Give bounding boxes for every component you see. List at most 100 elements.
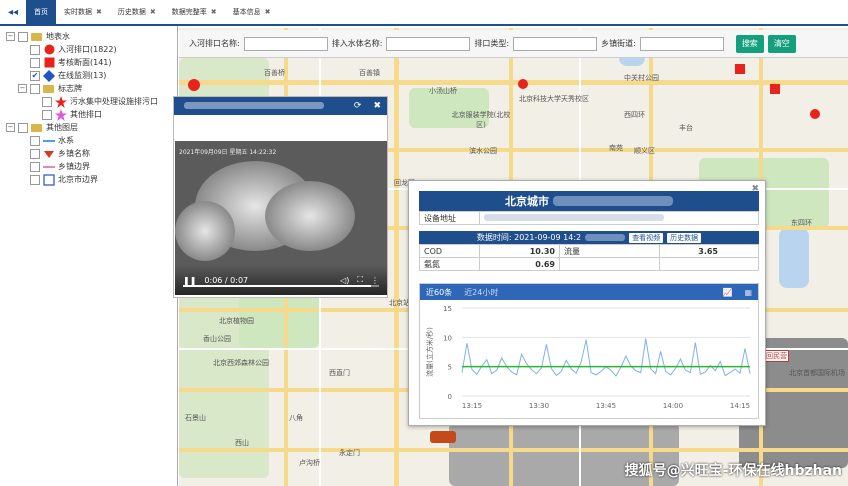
layer-checkbox[interactable] — [30, 135, 40, 146]
station-title-bar: 北京城市 — [419, 191, 759, 211]
outfall-type-label: 排口类型: — [474, 39, 510, 48]
layer-checkbox[interactable] — [30, 174, 40, 185]
tab-data-completeness-label: 数据完整率 — [171, 8, 207, 16]
tree-node-sections[interactable]: 考核断面(141) — [0, 56, 177, 69]
layer-checkbox[interactable] — [30, 44, 40, 55]
address-value — [479, 211, 759, 225]
layer-checkbox[interactable] — [18, 122, 28, 133]
red-circle-marker-icon[interactable] — [517, 78, 529, 90]
video-controls: ❚❚ 0:06 / 0:07 ◁) ⛶ ⋮ — [175, 265, 387, 295]
map-label: 中关村公园 — [624, 74, 659, 82]
red-square-marker-icon[interactable] — [769, 83, 781, 95]
collapse-toggle-icon[interactable]: − — [18, 84, 27, 93]
map-label: 八角 — [289, 414, 303, 422]
fullscreen-icon[interactable]: ⛶ — [357, 275, 363, 285]
tree-node-town-names[interactable]: 乡镇名称 — [0, 147, 177, 160]
close-icon[interactable]: ✖ — [96, 8, 102, 16]
water-body-input[interactable] — [386, 36, 471, 51]
red-circle-marker-icon[interactable] — [809, 108, 821, 120]
history-data-button[interactable]: 历史数据 — [667, 232, 702, 243]
tab-basic-info[interactable]: 基本信息 ✖ — [225, 0, 279, 24]
cod-value: 10.30 — [479, 244, 560, 258]
red-triangle-icon — [43, 148, 55, 160]
outfall-name-input[interactable] — [243, 36, 328, 51]
tree-node-sewage-outlet[interactable]: 污水集中处理设施排污口 — [0, 95, 177, 108]
layer-tree: − 地表水 入河排口(1822) 考核断面(141) ✔ 在线监测(13) − … — [0, 26, 178, 486]
y-tick-label: 15 — [443, 305, 452, 313]
y-tick-label: 5 — [448, 364, 452, 372]
blurred-title — [184, 102, 324, 109]
video-frame-content — [265, 181, 355, 251]
line-chart-icon[interactable]: 📈 — [716, 288, 738, 297]
x-tick-label: 13:15 — [462, 402, 482, 410]
tab-home-label: 首页 — [34, 8, 48, 16]
collapse-tabs-button[interactable]: ◂◂ — [0, 0, 26, 24]
x-tick-label: 13:30 — [529, 402, 549, 410]
map-road — [179, 448, 848, 452]
close-icon[interactable]: ✖ — [150, 8, 156, 16]
tree-node-label: 乡镇边界 — [58, 162, 90, 171]
video-progress-bar[interactable] — [183, 285, 379, 287]
tree-node-other-layers[interactable]: − 其他图层 — [0, 121, 177, 134]
flow-series-line — [461, 338, 751, 377]
collapse-toggle-icon[interactable]: − — [6, 32, 15, 41]
close-icon[interactable]: ✖ — [265, 8, 271, 16]
table-view-icon[interactable]: ▦ — [738, 288, 758, 297]
tab-data-completeness[interactable]: 数据完整率 ✖ — [164, 0, 225, 24]
layer-checkbox[interactable] — [30, 57, 40, 68]
layer-checkbox-checked[interactable]: ✔ — [30, 70, 40, 81]
tree-node-town-borders[interactable]: 乡镇边界 — [0, 160, 177, 173]
tree-node-water-system[interactable]: 水系 — [0, 134, 177, 147]
map-label: 百善镇 — [359, 69, 380, 77]
layer-checkbox[interactable] — [30, 148, 40, 159]
video-frame-content — [175, 201, 235, 261]
tree-node-other-outlet[interactable]: 其他排口 — [0, 108, 177, 121]
map-road — [394, 28, 399, 486]
red-circle-marker-icon[interactable] — [187, 78, 201, 92]
outfall-type-input[interactable] — [513, 36, 598, 51]
pause-icon[interactable]: ❚❚ — [183, 276, 196, 285]
tree-node-beijing-border[interactable]: 北京市边界 — [0, 173, 177, 186]
flow-line-chart: 0 5 10 15 流量(立方米/秒) 13:15 13:30 13:45 14:00 14:15 — [425, 305, 751, 410]
clear-button[interactable]: 清空 — [767, 34, 796, 53]
layer-checkbox[interactable] — [18, 31, 28, 42]
tree-node-online-monitoring[interactable]: ✔ 在线监测(13) — [0, 69, 177, 82]
tree-node-surface-water[interactable]: − 地表水 — [0, 30, 177, 43]
tab-last-60[interactable]: 近60条 — [420, 287, 458, 298]
volume-icon[interactable]: ◁) — [340, 276, 349, 285]
red-square-marker-icon[interactable] — [734, 63, 746, 75]
address-label: 设备地址 — [419, 211, 480, 225]
folder-icon — [31, 123, 42, 132]
data-time-label: 数据时间: 2021-09-09 14:2 — [476, 233, 582, 242]
town-street-input[interactable] — [639, 36, 724, 51]
layer-checkbox[interactable] — [30, 161, 40, 172]
tree-node-label: 入河排口(1822) — [58, 45, 117, 54]
tree-node-label: 考核断面(141) — [58, 58, 112, 67]
more-options-icon[interactable]: ⋮ — [371, 276, 379, 285]
measurement-table: COD 10.30 流量 3.65 氨氮 0.69 — [419, 244, 759, 271]
tree-node-label: 污水集中处理设施排污口 — [70, 97, 158, 106]
view-video-button[interactable]: 查看视频 — [629, 232, 664, 243]
tree-node-label: 在线监测(13) — [58, 71, 107, 80]
tab-realtime-data[interactable]: 实时数据 ✖ — [56, 0, 110, 24]
map-label: 石景山 — [185, 414, 206, 422]
tab-home[interactable]: 首页 — [26, 0, 56, 24]
tab-last-24h[interactable]: 近24小时 — [458, 287, 504, 298]
video-popup-header: ⟳ ✖ — [174, 97, 387, 115]
video-player[interactable]: 2021年09月09日 星期五 14:22:32 ❚❚ 0:06 / 0:07 … — [175, 141, 387, 295]
watermark-text: 搜狐号@兴旺宝-环保在线hbzhan — [624, 463, 842, 479]
map-label: 北京西郊森林公园 — [213, 359, 269, 367]
layer-checkbox[interactable] — [42, 96, 52, 107]
close-icon[interactable]: ✖ — [373, 101, 381, 111]
map-water — [779, 228, 809, 288]
close-icon[interactable]: ✖ — [211, 8, 217, 16]
online-monitor-marker-icon[interactable] — [429, 430, 457, 444]
tab-history-data[interactable]: 历史数据 ✖ — [110, 0, 164, 24]
search-button[interactable]: 搜索 — [735, 34, 764, 53]
collapse-toggle-icon[interactable]: − — [6, 123, 15, 132]
tree-node-signs[interactable]: − 标志牌 — [0, 82, 177, 95]
refresh-icon[interactable]: ⟳ — [354, 101, 362, 111]
layer-checkbox[interactable] — [42, 109, 52, 120]
layer-checkbox[interactable] — [30, 83, 40, 94]
tree-node-outfalls[interactable]: 入河排口(1822) — [0, 43, 177, 56]
